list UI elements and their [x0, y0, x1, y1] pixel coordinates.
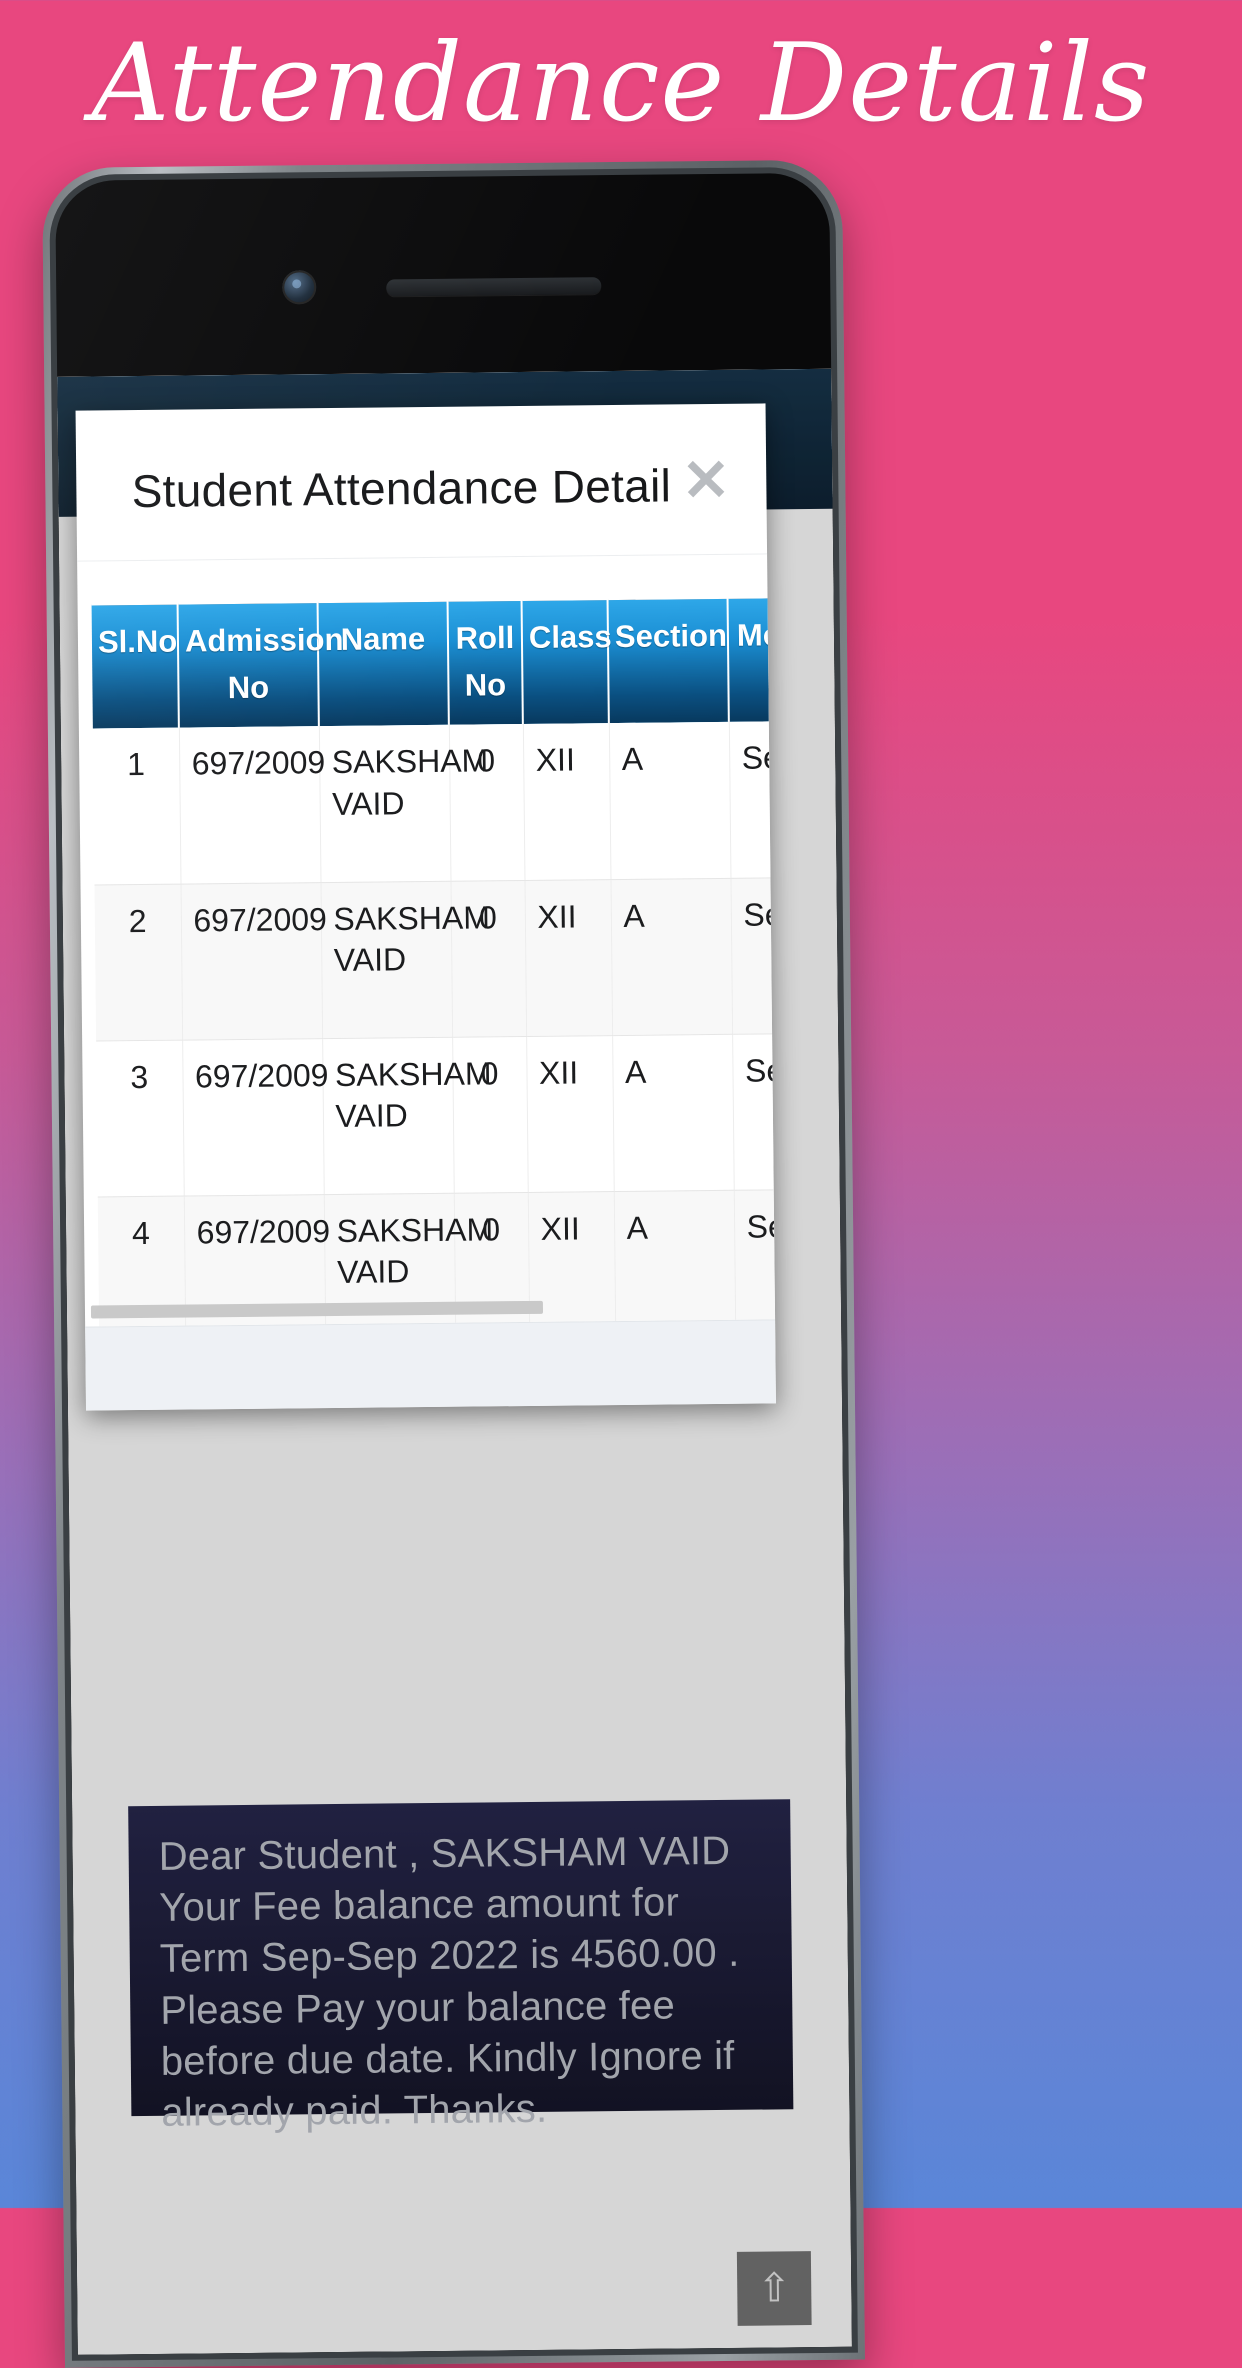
column-header-roll-no[interactable]: Roll No — [447, 600, 523, 725]
phone-mockup: Dear Student , SAKSHAM VAID Your Fee bal… — [42, 159, 865, 2368]
column-header-name[interactable]: Name — [317, 600, 449, 727]
speaker-grille-icon — [386, 277, 602, 297]
attendance-table-head: Sl.No Admission No Name Roll No Class Se… — [91, 595, 776, 729]
modal-header: Student Attendance Detail ✕ — [75, 403, 768, 562]
cell-sl-no: 1 — [92, 727, 181, 885]
cell-admission-no: 697/2009 — [182, 1038, 329, 1196]
attendance-table-body: 1 697/2009 SAKSHAM VAID 0 XII A Septembe… — [92, 719, 776, 1327]
cell-sl-no: 3 — [96, 1039, 184, 1197]
camera-icon — [282, 270, 317, 305]
app-screen: Dear Student , SAKSHAM VAID Your Fee bal… — [57, 368, 852, 2355]
cell-month-name: September — [733, 1187, 776, 1327]
close-icon[interactable]: ✕ — [681, 448, 730, 514]
column-header-sl-no[interactable]: Sl.No — [91, 603, 179, 729]
table-row[interactable]: 1 697/2009 SAKSHAM VAID 0 XII A Septembe… — [92, 719, 776, 885]
phone-inner-bezel: Dear Student , SAKSHAM VAID Your Fee bal… — [49, 166, 858, 2361]
cell-month-name: September — [730, 875, 776, 1034]
cell-section: A — [610, 877, 733, 1036]
page-title: Attendance Details — [91, 21, 1151, 146]
cell-section: A — [612, 1033, 734, 1192]
cell-class: XII — [524, 879, 613, 1036]
attendance-table: Sl.No Admission No Name Roll No Class Se… — [91, 595, 776, 1327]
cell-class: XII — [526, 1035, 614, 1192]
cell-name: SAKSHAM VAID — [322, 1036, 492, 1195]
table-row[interactable]: 2 697/2009 SAKSHAM VAID 0 XII A Septembe… — [94, 875, 776, 1041]
column-header-section[interactable]: Section — [607, 597, 729, 724]
cell-admission-no: 697/2009 — [180, 882, 327, 1040]
cell-section: A — [613, 1189, 736, 1327]
cell-admission-no: 697/2009 — [178, 726, 325, 884]
student-attendance-modal: Student Attendance Detail ✕ Sl.No Admiss… — [75, 403, 776, 1411]
cell-month-name: September — [732, 1031, 776, 1190]
cell-name: SAKSHAM VAID — [318, 724, 488, 883]
table-header-row: Sl.No Admission No Name Roll No Class Se… — [91, 595, 776, 729]
column-header-admission-no[interactable]: Admission No — [177, 602, 344, 728]
cell-name: SAKSHAM VAID — [320, 880, 490, 1039]
phone-top-bezel — [55, 173, 831, 377]
cell-section: A — [608, 721, 731, 880]
phone-screen-frame: Dear Student , SAKSHAM VAID Your Fee bal… — [55, 172, 852, 2355]
modal-title: Student Attendance Detail — [131, 459, 672, 518]
table-row[interactable]: 3 697/2009 SAKSHAM VAID 0 XII A Septembe… — [96, 1031, 776, 1197]
cell-month-name: September — [728, 719, 776, 878]
column-header-class[interactable]: Class — [521, 599, 612, 724]
modal-footer — [85, 1319, 776, 1411]
modal-body: Sl.No Admission No Name Roll No Class Se… — [77, 554, 776, 1327]
cell-sl-no: 2 — [94, 883, 183, 1041]
cell-class: XII — [522, 723, 611, 880]
